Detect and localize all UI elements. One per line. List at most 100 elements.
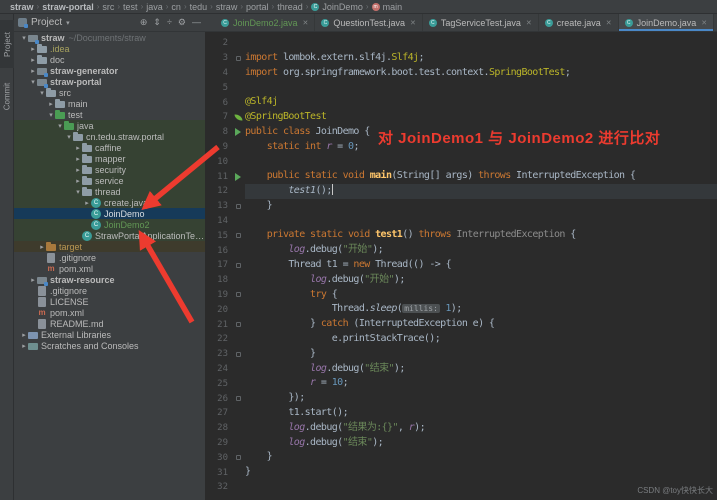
- tree-item-cn-tedu-straw-portal[interactable]: ▾cn.tedu.straw.portal: [14, 131, 205, 142]
- tree-item-gitignore[interactable]: .gitignore: [14, 252, 205, 263]
- code-line-16[interactable]: 16 log.debug("开始");: [205, 243, 717, 258]
- fold-icon[interactable]: [236, 455, 241, 460]
- code-line-22[interactable]: 22 e.printStackTrace();: [205, 332, 717, 347]
- hide-panel-icon[interactable]: ―: [192, 17, 201, 27]
- chevron-collapsed-icon[interactable]: ▸: [29, 45, 37, 53]
- code-line-28[interactable]: 28 log.debug("结果为:{}", r);: [205, 421, 717, 436]
- tree-item-joindemo2[interactable]: CJoinDemo2: [14, 219, 205, 230]
- tree-item-straw[interactable]: ▾straw~/Documents/straw: [14, 32, 205, 43]
- tree-item-license[interactable]: LICENSE: [14, 296, 205, 307]
- tree-item-straw-resource[interactable]: ▸straw-resource: [14, 274, 205, 285]
- tree-item-service[interactable]: ▸service: [14, 175, 205, 186]
- fold-icon[interactable]: [236, 263, 241, 268]
- code-line-19[interactable]: 19 try {: [205, 288, 717, 303]
- chevron-collapsed-icon[interactable]: ▸: [38, 243, 46, 251]
- editor-tab-tagservicetest-java[interactable]: CTagServiceTest.java✕: [423, 14, 539, 31]
- code-line-29[interactable]: 29 log.debug("结束");: [205, 436, 717, 451]
- chevron-collapsed-icon[interactable]: ▸: [83, 199, 91, 207]
- chevron-expanded-icon[interactable]: ▾: [20, 34, 28, 42]
- code-line-25[interactable]: 25 r = 10;: [205, 376, 717, 391]
- tree-item-readme-md[interactable]: README.md: [14, 318, 205, 329]
- code-line-14[interactable]: 14: [205, 214, 717, 229]
- tree-item-mapper[interactable]: ▸mapper: [14, 153, 205, 164]
- code-line-13[interactable]: 13 }: [205, 199, 717, 214]
- tree-item-strawportalapplicationtests[interactable]: CStrawPortalApplicationTests: [14, 230, 205, 241]
- editor-tab-questiontest-java[interactable]: CQuestionTest.java✕: [315, 14, 422, 31]
- tree-item-doc[interactable]: ▸doc: [14, 54, 205, 65]
- editor-tab-create-java[interactable]: Ccreate.java✕: [539, 14, 619, 31]
- tree-item-thread[interactable]: ▾thread: [14, 186, 205, 197]
- chevron-expanded-icon[interactable]: ▾: [38, 89, 46, 97]
- tree-item-joindemo[interactable]: CJoinDemo: [14, 208, 205, 219]
- code-line-26[interactable]: 26 });: [205, 391, 717, 406]
- close-tab-icon[interactable]: ✕: [410, 19, 416, 27]
- breadcrumb-item-straw-portal[interactable]: straw-portal: [40, 2, 96, 12]
- close-tab-icon[interactable]: ✕: [606, 19, 612, 27]
- breadcrumb-item-tedu[interactable]: tedu: [188, 2, 210, 12]
- fold-icon[interactable]: [236, 352, 241, 357]
- code-line-12[interactable]: 12 test1();: [205, 184, 717, 199]
- chevron-down-icon[interactable]: ▾: [66, 19, 70, 27]
- code-line-31[interactable]: 31}: [205, 465, 717, 480]
- tree-item-create-java[interactable]: ▸Ccreate.java: [14, 197, 205, 208]
- collapse-all-icon[interactable]: ÷: [167, 17, 172, 27]
- code-line-4[interactable]: 4import org.springframework.boot.test.co…: [205, 66, 717, 81]
- settings-icon[interactable]: ⚙: [178, 17, 186, 27]
- fold-icon[interactable]: [236, 292, 241, 297]
- tree-item-straw-portal[interactable]: ▾straw-portal: [14, 76, 205, 87]
- tree-item-pom-xml[interactable]: mpom.xml: [14, 263, 205, 274]
- chevron-collapsed-icon[interactable]: ▸: [29, 56, 37, 64]
- breadcrumb-item-thread[interactable]: thread: [275, 2, 305, 12]
- chevron-collapsed-icon[interactable]: ▸: [74, 166, 82, 174]
- breadcrumb-item-cn[interactable]: cn: [169, 2, 183, 12]
- tree-item-src[interactable]: ▾src: [14, 87, 205, 98]
- code-line-7[interactable]: 7@SpringBootTest: [205, 110, 717, 125]
- tree-item-idea[interactable]: ▸.idea: [14, 43, 205, 54]
- tree-item-external-libraries[interactable]: ▸External Libraries: [14, 329, 205, 340]
- chevron-collapsed-icon[interactable]: ▸: [47, 100, 55, 108]
- code-line-2[interactable]: 2: [205, 36, 717, 51]
- code-line-6[interactable]: 6@Slf4j: [205, 95, 717, 110]
- breadcrumb-item-test[interactable]: test: [121, 2, 140, 12]
- breadcrumb-item-joindemo[interactable]: CJoinDemo: [309, 2, 365, 12]
- code-line-11[interactable]: 11 public static void main(String[] args…: [205, 169, 717, 184]
- chevron-collapsed-icon[interactable]: ▸: [20, 342, 28, 350]
- run-icon[interactable]: [235, 128, 241, 136]
- breadcrumb-item-straw[interactable]: straw: [8, 2, 36, 12]
- chevron-expanded-icon[interactable]: ▾: [47, 111, 55, 119]
- code-line-5[interactable]: 5: [205, 80, 717, 95]
- chevron-expanded-icon[interactable]: ▾: [29, 78, 37, 86]
- code-line-17[interactable]: 17 Thread t1 = new Thread(() -> {: [205, 258, 717, 273]
- tree-item-security[interactable]: ▸security: [14, 164, 205, 175]
- breadcrumb-item-java[interactable]: java: [144, 2, 165, 12]
- editor-tab-joindemo2-java[interactable]: CJoinDemo2.java✕: [215, 14, 315, 31]
- run-icon[interactable]: [235, 173, 241, 181]
- chevron-collapsed-icon[interactable]: ▸: [74, 155, 82, 163]
- fold-icon[interactable]: [236, 204, 241, 209]
- tree-item-scratches-and-consoles[interactable]: ▸Scratches and Consoles: [14, 340, 205, 351]
- code-line-3[interactable]: 3import lombok.extern.slf4j.Slf4j;: [205, 51, 717, 66]
- chevron-expanded-icon[interactable]: ▾: [56, 122, 64, 130]
- tree-item-gitignore[interactable]: .gitignore: [14, 285, 205, 296]
- code-line-23[interactable]: 23 }: [205, 347, 717, 362]
- locate-file-icon[interactable]: ⊕: [140, 17, 148, 27]
- code-editor[interactable]: 23import lombok.extern.slf4j.Slf4j;4impo…: [205, 32, 717, 500]
- chevron-collapsed-icon[interactable]: ▸: [74, 144, 82, 152]
- code-line-15[interactable]: 15 private static void test1() throws In…: [205, 228, 717, 243]
- chevron-collapsed-icon[interactable]: ▸: [29, 276, 37, 284]
- chevron-collapsed-icon[interactable]: ▸: [74, 177, 82, 185]
- tree-item-pom-xml[interactable]: mpom.xml: [14, 307, 205, 318]
- tree-item-target[interactable]: ▸target: [14, 241, 205, 252]
- close-tab-icon[interactable]: ✕: [701, 19, 707, 27]
- tree-item-java[interactable]: ▾java: [14, 120, 205, 131]
- fold-icon[interactable]: [236, 233, 241, 238]
- breadcrumb-item-main[interactable]: mmain: [370, 2, 405, 12]
- editor-tab-joindemo-java[interactable]: CJoinDemo.java✕: [619, 14, 714, 31]
- close-tab-icon[interactable]: ✕: [303, 19, 309, 27]
- chevron-expanded-icon[interactable]: ▾: [74, 188, 82, 196]
- code-line-18[interactable]: 18 log.debug("开始");: [205, 273, 717, 288]
- breadcrumb-item-straw[interactable]: straw: [214, 2, 240, 12]
- tool-strip-tab-commit[interactable]: Commit: [0, 72, 14, 120]
- code-line-21[interactable]: 21 } catch (InterruptedException e) {: [205, 317, 717, 332]
- code-line-24[interactable]: 24 log.debug("结束");: [205, 362, 717, 377]
